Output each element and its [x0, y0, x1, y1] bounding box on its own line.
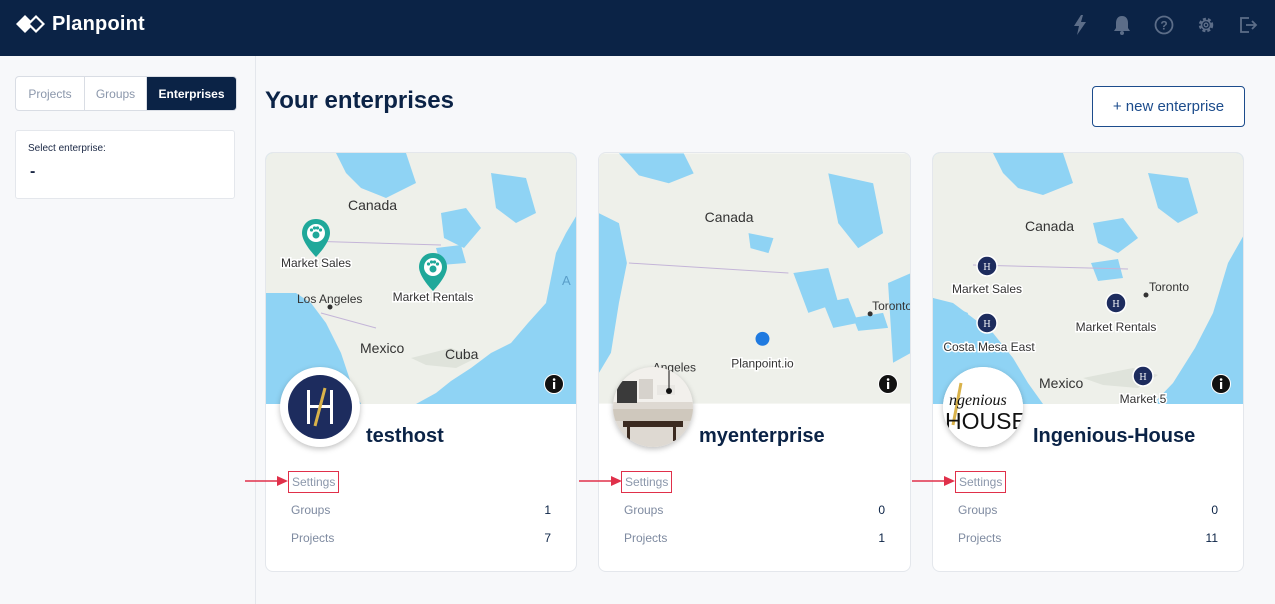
map-pin-label: Market Rentals [1076, 320, 1157, 334]
groups-label: Groups [624, 503, 664, 517]
svg-text:H: H [1112, 299, 1119, 310]
enterprise-map[interactable]: Canada Mexico Cuba Los Angeles A Market … [266, 153, 577, 404]
map-label-country: Canada [348, 197, 397, 213]
annotation-arrow-icon [579, 476, 622, 486]
projects-label: Projects [291, 531, 335, 545]
enterprise-card-ingenious-house[interactable]: Canada Mexico Toronto H Market Sales H M… [932, 152, 1244, 572]
info-icon [545, 375, 563, 393]
map-info-button[interactable] [1211, 374, 1231, 394]
svg-text:H: H [1139, 372, 1146, 383]
enterprise-logo-icon [288, 375, 352, 439]
map-pin-label: Market Rentals [393, 290, 474, 304]
annotation-arrow-icon [912, 476, 955, 486]
info-icon [879, 375, 897, 393]
enterprise-avatar [613, 367, 693, 447]
svg-text:H: H [983, 319, 990, 330]
tab-groups[interactable]: Groups [85, 77, 147, 110]
enterprise-card-myenterprise[interactable]: Canada Toronto Angeles Planpoint.io myen… [598, 152, 911, 572]
map-label-country: Mexico [360, 340, 405, 356]
help-icon[interactable]: ? [1153, 14, 1175, 36]
map-pin-market-rentals: H [1105, 292, 1127, 314]
map-pin-label: Market Sales [281, 256, 351, 270]
groups-count: 1 [544, 503, 551, 517]
sidebar: Projects Groups Enterprises Select enter… [0, 56, 256, 604]
projects-label: Projects [624, 531, 668, 545]
enterprise-select-value: - [30, 163, 36, 180]
map-pin-planpoint [755, 331, 770, 346]
bell-icon[interactable] [1111, 14, 1133, 36]
projects-label: Projects [958, 531, 1002, 545]
map-label-country: Canada [705, 209, 754, 225]
map-label-country: Canada [1025, 218, 1074, 234]
map-info-button[interactable] [878, 374, 898, 394]
settings-link[interactable]: Settings [288, 471, 340, 493]
map-pin-label: Market Sales [952, 282, 1022, 296]
groups-label: Groups [291, 503, 331, 517]
svg-text:H: H [983, 262, 990, 273]
annotation-arrow-icon [245, 476, 288, 486]
sidebar-tabs: Projects Groups Enterprises [15, 76, 237, 111]
enterprise-card-testhost[interactable]: Canada Mexico Cuba Los Angeles A Market … [265, 152, 577, 572]
tab-projects[interactable]: Projects [16, 77, 85, 110]
planpoint-logo-icon [14, 11, 48, 37]
gear-icon[interactable] [1195, 14, 1217, 36]
map-pin-label: Market 5 [1120, 392, 1167, 404]
map-info-button[interactable] [544, 374, 564, 394]
map-pin-label: Costa Mesa East [943, 340, 1035, 354]
page-title: Your enterprises [265, 87, 454, 114]
groups-count: 0 [878, 503, 885, 517]
map-label-ocean: A [562, 273, 571, 288]
enterprise-name: myenterprise [699, 425, 825, 447]
svg-text:?: ? [1160, 19, 1167, 33]
ingenious-house-logo-icon: ngenious HOUSE [943, 367, 1023, 447]
planpoint-logo[interactable]: Planpoint [14, 10, 145, 38]
map-pin-label: Planpoint.io [731, 357, 794, 371]
map-label-city: Toronto [872, 299, 911, 313]
map-pin-costa-mesa-east: H [976, 312, 998, 334]
tab-enterprises[interactable]: Enterprises [147, 77, 236, 110]
enterprise-select[interactable]: Select enterprise: - [15, 130, 235, 199]
app-name: Planpoint [52, 12, 145, 35]
logo-text: HOUSE [945, 408, 1023, 434]
map-label-city: Los Angeles [297, 292, 362, 306]
map-label-country: Cuba [445, 346, 479, 362]
top-nav-bar: Planpoint ? [0, 0, 1275, 56]
bolt-icon[interactable] [1069, 14, 1091, 36]
settings-link[interactable]: Settings [621, 471, 673, 493]
groups-label: Groups [958, 503, 998, 517]
enterprise-avatar: ngenious HOUSE [943, 367, 1023, 447]
settings-link[interactable]: Settings [955, 471, 1007, 493]
map-label-country: Mexico [1039, 375, 1084, 391]
projects-count: 7 [544, 531, 551, 545]
map-pin-market-sales: H [976, 255, 998, 277]
projects-count: 1 [878, 531, 885, 545]
projects-count: 11 [1205, 531, 1218, 545]
new-enterprise-button[interactable]: + new enterprise [1092, 86, 1245, 127]
logout-icon[interactable] [1237, 14, 1259, 36]
map-label-city: Toronto [1149, 280, 1189, 294]
map-pin-market-5: H [1132, 365, 1154, 387]
logo-text: ngenious [949, 392, 1007, 409]
enterprise-name: Ingenious-House [1033, 425, 1196, 447]
enterprise-avatar [280, 367, 360, 447]
enterprise-name: testhost [366, 425, 444, 447]
info-icon [1212, 375, 1230, 393]
groups-count: 0 [1211, 503, 1218, 517]
enterprise-map[interactable]: Canada Toronto Angeles Planpoint.io [599, 153, 911, 404]
kitchen-photo-icon [613, 367, 693, 447]
enterprise-select-label: Select enterprise: [28, 143, 106, 154]
